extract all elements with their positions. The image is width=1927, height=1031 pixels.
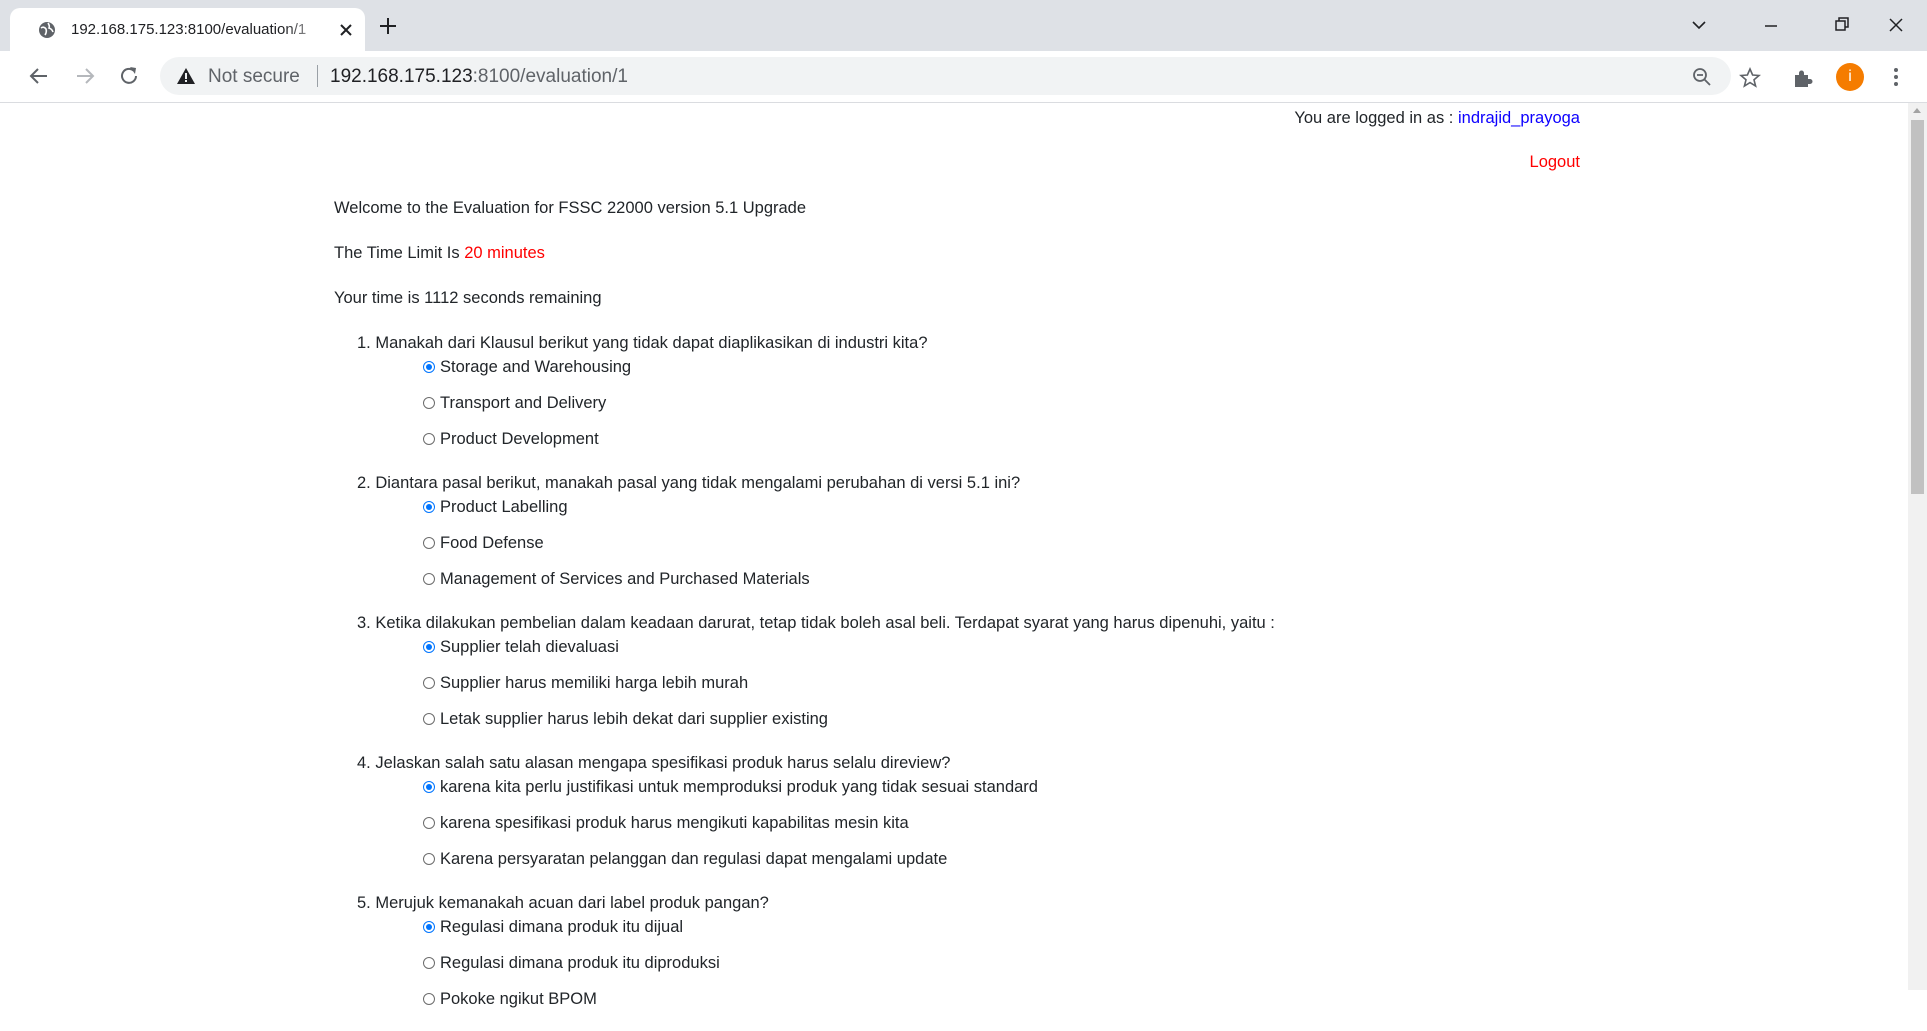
question-4: 4. Jelaskan salah satu alasan mengapa sp… [334,751,1634,883]
tab-search-icon[interactable] [1684,10,1714,40]
radio-button[interactable] [423,993,435,1005]
forward-icon[interactable] [72,63,98,89]
option-label[interactable]: Transport and Delivery [440,391,606,415]
question-text: 4. Jelaskan salah satu alasan mengapa sp… [357,754,951,772]
radio-button[interactable] [423,817,435,829]
answer-option[interactable]: Letak supplier harus lebih dekat dari su… [334,707,1634,743]
answer-option[interactable]: Regulasi dimana produk itu dijual [334,915,1634,951]
answer-option[interactable]: karena kita perlu justifikasi untuk memp… [334,775,1634,811]
question-text: 1. Manakah dari Klausul berikut yang tid… [357,334,928,352]
radio-button[interactable] [423,713,435,725]
question-text: 3. Ketika dilakukan pembelian dalam kead… [357,614,1275,632]
answer-option[interactable]: Product Development [334,427,1634,463]
profile-avatar[interactable]: i [1836,63,1864,91]
reload-icon[interactable] [116,63,142,89]
close-tab-icon[interactable] [336,20,356,40]
vertical-scrollbar[interactable] [1908,103,1927,990]
option-label[interactable]: Regulasi dimana produk itu dijual [440,915,683,939]
option-label[interactable]: Product Development [440,427,599,451]
option-label[interactable]: karena spesifikasi produk harus mengikut… [440,811,909,835]
warning-icon[interactable] [176,67,196,85]
time-limit-value: 20 minutes [464,244,545,262]
radio-button-selected[interactable] [423,641,435,653]
question-text: 2. Diantara pasal berikut, manakah pasal… [357,474,1021,492]
url-text[interactable]: 192.168.175.123:8100/evaluation/1 [330,66,628,88]
welcome-text: Welcome to the Evaluation for FSSC 22000… [334,199,807,217]
tab-title: 192.168.175.123:8100/evaluation/1 [71,21,307,38]
option-label[interactable]: Food Defense [440,531,544,555]
omnibox-divider [317,65,318,87]
answer-option[interactable]: Pokoke ngikut BPOM [334,987,1634,1023]
radio-button[interactable] [423,537,435,549]
new-tab-icon[interactable] [376,14,400,38]
answer-option[interactable]: Supplier harus memiliki harga lebih mura… [334,671,1634,707]
more-menu-icon[interactable] [1888,65,1904,89]
scrollbar-thumb[interactable] [1911,120,1924,494]
radio-button[interactable] [423,677,435,689]
answer-option[interactable]: Supplier telah dievaluasi [334,635,1634,671]
option-label[interactable]: Letak supplier harus lebih dekat dari su… [440,707,828,731]
radio-button-selected[interactable] [423,501,435,513]
minimize-icon[interactable] [1756,10,1786,40]
radio-button[interactable] [423,397,435,409]
option-label[interactable]: Product Labelling [440,495,568,519]
option-label[interactable]: Storage and Warehousing [440,355,631,379]
radio-button[interactable] [423,573,435,585]
radio-button-selected[interactable] [423,781,435,793]
url-host: 192.168.175.123 [330,66,473,87]
answer-option[interactable]: Management of Services and Purchased Mat… [334,567,1634,603]
login-prefix: You are logged in as : [1294,109,1458,127]
browser-toolbar: Not secure 192.168.175.123:8100/evaluati… [0,51,1927,103]
zoom-icon[interactable] [1691,66,1713,88]
globe-icon [39,22,55,38]
radio-button[interactable] [423,433,435,445]
time-remaining-text: Your time is 1112 seconds remaining [334,289,602,307]
address-bar[interactable]: Not secure 192.168.175.123:8100/evaluati… [160,57,1731,95]
option-label[interactable]: Karena persyaratan pelanggan dan regulas… [440,847,947,871]
login-status: You are logged in as : indrajid_prayoga [1294,109,1580,128]
page-content: You are logged in as : indrajid_prayoga … [0,103,1908,1008]
username-link[interactable]: indrajid_prayoga [1458,109,1580,127]
browser-tab[interactable]: 192.168.175.123:8100/evaluation/1 [10,8,365,51]
back-icon[interactable] [26,63,52,89]
question-5: 5. Merujuk kemanakah acuan dari label pr… [334,891,1634,1023]
restore-icon[interactable] [1827,10,1857,40]
answer-option[interactable]: Karena persyaratan pelanggan dan regulas… [334,847,1634,883]
question-3: 3. Ketika dilakukan pembelian dalam kead… [334,611,1634,743]
option-label[interactable]: Management of Services and Purchased Mat… [440,567,810,591]
option-label[interactable]: Supplier telah dievaluasi [440,635,619,659]
time-limit-prefix: The Time Limit Is [334,244,465,262]
logout-link[interactable]: Logout [1530,153,1580,172]
radio-button-selected[interactable] [423,361,435,373]
tab-strip: 192.168.175.123:8100/evaluation/1 [0,0,1927,51]
question-list: 1. Manakah dari Klausul berikut yang tid… [334,331,1634,1031]
option-label[interactable]: karena kita perlu justifikasi untuk memp… [440,775,1038,799]
bookmark-star-icon[interactable] [1739,67,1761,89]
scroll-up-arrow-icon[interactable] [1913,108,1921,113]
question-1: 1. Manakah dari Klausul berikut yang tid… [334,331,1634,463]
answer-option[interactable]: Transport and Delivery [334,391,1634,427]
answer-option[interactable]: karena spesifikasi produk harus mengikut… [334,811,1634,847]
question-text: 5. Merujuk kemanakah acuan dari label pr… [357,894,769,912]
radio-button[interactable] [423,957,435,969]
time-limit-text: The Time Limit Is 20 minutes [334,244,545,263]
answer-option[interactable]: Regulasi dimana produk itu diproduksi [334,951,1634,987]
close-window-icon[interactable] [1881,10,1911,40]
url-path: :8100/evaluation/1 [472,66,628,87]
radio-button-selected[interactable] [423,921,435,933]
not-secure-label[interactable]: Not secure [208,66,300,88]
option-label[interactable]: Regulasi dimana produk itu diproduksi [440,951,720,975]
radio-button[interactable] [423,853,435,865]
option-label[interactable]: Pokoke ngikut BPOM [440,987,597,1011]
extensions-icon[interactable] [1792,67,1814,89]
answer-option[interactable]: Food Defense [334,531,1634,567]
answer-option[interactable]: Storage and Warehousing [334,355,1634,391]
question-2: 2. Diantara pasal berikut, manakah pasal… [334,471,1634,603]
option-label[interactable]: Supplier harus memiliki harga lebih mura… [440,671,748,695]
answer-option[interactable]: Product Labelling [334,495,1634,531]
